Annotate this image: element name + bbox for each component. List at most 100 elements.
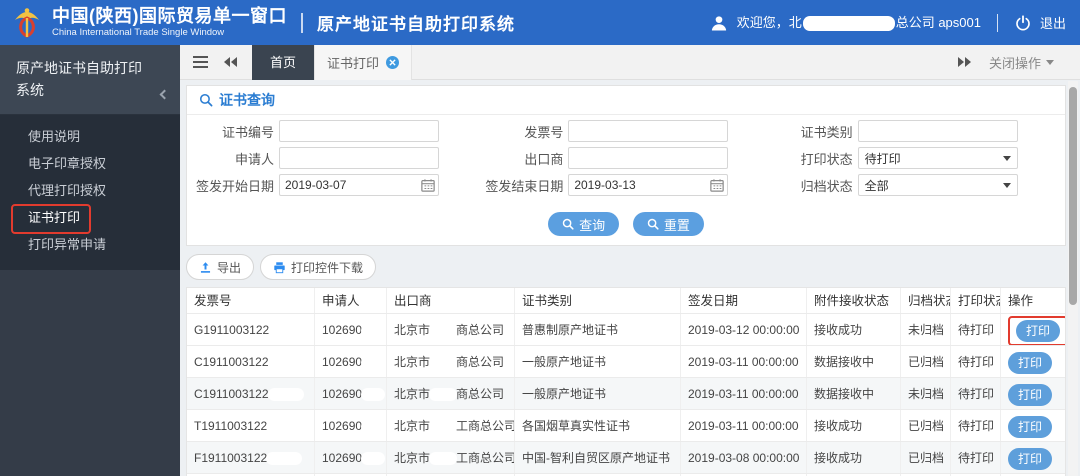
issue-end-input[interactable] <box>568 174 729 196</box>
archive-status-select[interactable]: 全部 <box>857 174 1018 196</box>
cert-no-input[interactable] <box>279 120 439 142</box>
col-applicant: 申请人 <box>315 288 387 313</box>
issue-end-label: 签发结束日期 <box>485 178 564 194</box>
cert-type-input[interactable] <box>857 120 1018 142</box>
issue-start-label: 签发开始日期 <box>195 178 274 194</box>
reset-button[interactable]: 重置 <box>632 212 704 236</box>
redaction <box>362 421 385 433</box>
panel-title: 证书查询 <box>219 92 275 108</box>
collapse-icon[interactable] <box>159 89 170 100</box>
sidebar-title[interactable]: 原产地证书自助打印系统 <box>0 45 180 116</box>
chevron-down-icon <box>1002 182 1011 188</box>
redaction <box>802 15 895 31</box>
redaction <box>362 453 385 465</box>
logout-button[interactable]: 退出 <box>1040 13 1066 32</box>
applicant-label: 申请人 <box>234 151 274 167</box>
logo-subtitle: China International Trade Single Window <box>52 26 225 38</box>
redaction <box>268 389 303 401</box>
power-icon[interactable] <box>1014 14 1032 32</box>
exporter-input[interactable] <box>568 147 729 169</box>
table-row: G1911003122 102690 北京市 商总公司 普惠制原产地证书 2019… <box>187 314 1065 346</box>
annotation-highlight: 打印 <box>1008 315 1065 345</box>
query-button[interactable]: 查询 <box>548 212 620 236</box>
applicant-input[interactable] <box>279 147 439 169</box>
redaction <box>362 357 385 369</box>
col-action: 操作 <box>1008 294 1034 308</box>
system-title: 原产地证书自助打印系统 <box>317 15 515 34</box>
issue-start-input[interactable] <box>279 174 439 196</box>
table-row: C1911003122 102690 北京市 商总公司 一般原产地证书 2019-… <box>187 378 1065 410</box>
sidebar-item-cert-print[interactable]: 证书打印 <box>0 204 180 235</box>
close-tab-icon[interactable] <box>386 55 400 69</box>
header-divider <box>301 12 303 33</box>
print-status-select[interactable]: 待打印 <box>857 147 1018 169</box>
sidebar-item-print-exception[interactable]: 打印异常申请 <box>0 231 180 258</box>
app-window: 中国(陕西)国际贸易单一窗口 China International Trade… <box>0 0 1080 476</box>
table-header-row: 发票号 申请人 出口商 证书类别 签发日期 附件接收状态 归档状态 打印状态 操… <box>187 288 1065 314</box>
tab-home[interactable]: 首页 <box>252 44 315 80</box>
redaction <box>269 325 304 337</box>
sidebar: 原产地证书自助打印系统 使用说明 电子印章授权 代理打印授权 证书打印 打印异常… <box>0 45 180 476</box>
header-divider <box>996 13 998 32</box>
search-form: 证书编号 发票号 证书类别 申请人 出口商 打印状态 待打印 签发开始日期 20… <box>187 115 1065 205</box>
print-button[interactable]: 打印 <box>1016 319 1060 342</box>
single-window-logo-icon <box>15 7 39 38</box>
print-status-label: 打印状态 <box>800 151 853 167</box>
tab-cert-print[interactable]: 证书打印 <box>314 44 413 80</box>
sidebar-filler <box>0 270 180 476</box>
menu-toggle-icon[interactable] <box>193 53 208 71</box>
table-row: T1911003122 102690 北京市 工商总公司 各国烟草真实性证书 20… <box>187 410 1065 442</box>
col-archive-status: 归档状态 <box>901 288 951 313</box>
chevron-down-icon <box>1046 59 1054 65</box>
redaction <box>430 325 457 337</box>
export-icon <box>200 261 211 273</box>
print-button[interactable]: 打印 <box>1008 447 1052 470</box>
top-header: 中国(陕西)国际贸易单一窗口 China International Trade… <box>0 0 1080 45</box>
main-area: 首页 证书打印 关闭操作 证书查询 证书编号 发票号 证书类别 申请人 出口商 … <box>180 44 1080 476</box>
calendar-icon[interactable] <box>710 178 725 192</box>
print-button[interactable]: 打印 <box>1008 415 1052 438</box>
redaction <box>430 389 457 401</box>
cert-type-label: 证书类别 <box>800 124 853 140</box>
col-issue-date: 签发日期 <box>681 288 807 313</box>
calendar-icon[interactable] <box>421 178 435 192</box>
redaction <box>268 357 303 369</box>
sidebar-item-agent-print-auth[interactable]: 代理打印授权 <box>0 177 180 204</box>
col-attach-status: 附件接收状态 <box>807 288 901 313</box>
sidebar-menu: 使用说明 电子印章授权 代理打印授权 证书打印 打印异常申请 <box>0 115 180 271</box>
col-exporter: 出口商 <box>387 288 515 313</box>
archive-status-label: 归档状态 <box>800 178 853 194</box>
vertical-scrollbar[interactable] <box>1068 81 1078 476</box>
welcome-text: 欢迎您，北 总公司 aps001 <box>737 12 981 32</box>
scroll-tabs-right-icon[interactable] <box>957 56 973 68</box>
cert-no-label: 证书编号 <box>221 124 274 140</box>
print-button[interactable]: 打印 <box>1008 351 1052 374</box>
logo-title: 中国(陕西)国际贸易单一窗口 <box>52 6 287 27</box>
col-cert-type: 证书类别 <box>515 288 681 313</box>
print-button[interactable]: 打印 <box>1008 383 1052 406</box>
printer-icon <box>274 261 285 273</box>
search-panel: 证书查询 证书编号 发票号 证书类别 申请人 出口商 打印状态 待打印 签发开始… <box>186 85 1066 246</box>
content-area: 证书查询 证书编号 发票号 证书类别 申请人 出口商 打印状态 待打印 签发开始… <box>180 80 1080 476</box>
invoice-no-input[interactable] <box>568 120 729 142</box>
redaction <box>267 421 302 433</box>
sidebar-item-usage[interactable]: 使用说明 <box>0 123 180 150</box>
tab-bar: 首页 证书打印 关闭操作 <box>180 44 1080 80</box>
user-icon <box>711 15 726 30</box>
results-table: 发票号 申请人 出口商 证书类别 签发日期 附件接收状态 归档状态 打印状态 操… <box>186 287 1066 476</box>
welcome-prefix: 欢迎您，北 <box>736 15 802 31</box>
redaction <box>430 357 457 369</box>
col-invoice: 发票号 <box>187 288 315 313</box>
export-button[interactable]: 导出 <box>186 254 255 280</box>
table-row: C1911003122 102690 北京市 商总公司 一般原产地证书 2019-… <box>187 346 1065 378</box>
redaction <box>430 421 457 433</box>
sidebar-item-eseal-auth[interactable]: 电子印章授权 <box>0 150 180 177</box>
scroll-tabs-left-icon[interactable] <box>223 56 239 68</box>
redaction <box>362 389 385 401</box>
close-operations-menu[interactable]: 关闭操作 <box>989 53 1054 72</box>
print-control-download-button[interactable]: 打印控件下载 <box>260 254 377 280</box>
scrollbar-thumb[interactable] <box>1069 87 1077 305</box>
chevron-down-icon <box>1002 155 1011 161</box>
redaction <box>362 325 385 337</box>
search-icon <box>199 93 213 107</box>
